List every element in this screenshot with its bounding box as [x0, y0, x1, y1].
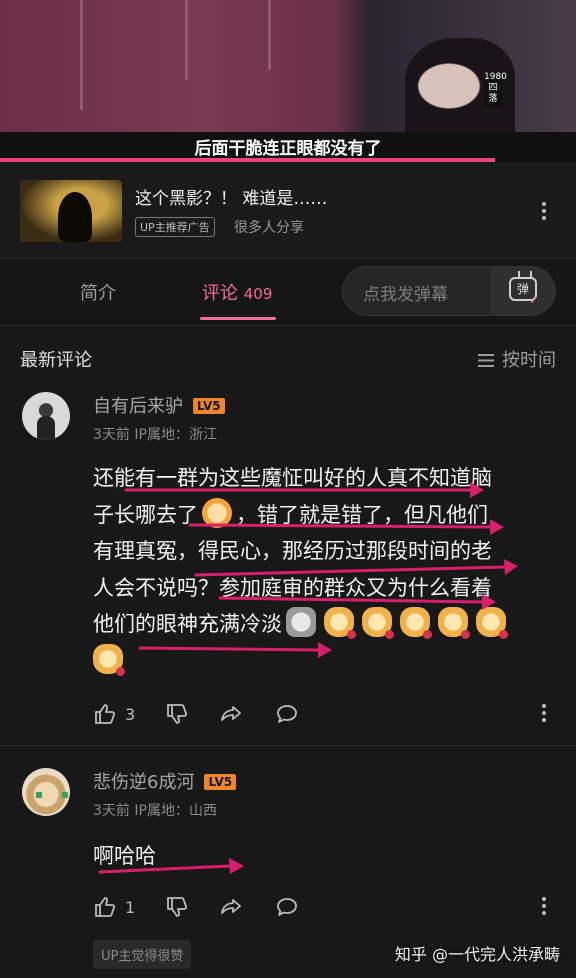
more-icon[interactable]	[541, 704, 547, 722]
danmu-button-label: 弹	[516, 282, 529, 296]
danmu-input[interactable]: 点我发弹幕 弹 ✓	[342, 266, 556, 316]
danmu-toggle-button[interactable]: 弹 ✓	[491, 267, 555, 315]
comment-ip-label: IP属地：	[134, 427, 189, 443]
comment-body: 啊哈哈	[93, 838, 555, 875]
like-button[interactable]: 3	[93, 700, 135, 728]
dog-rose-emoji-icon	[93, 643, 125, 676]
ad-badge: UP主推荐广告	[135, 217, 215, 237]
up-liked-badge: UP主觉得很赞	[93, 940, 192, 969]
comment-body: 还能有一群为这些魔怔叫好的人真不知道脑 子长哪去了 ，错了就是错了，但凡他们 有理…	[93, 460, 555, 679]
danmu-placeholder: 点我发弹幕	[363, 285, 448, 305]
divider	[0, 745, 576, 746]
comments-section-title: 最新评论	[20, 350, 92, 371]
check-icon: ✓	[529, 293, 540, 307]
video-sign: 1980 四 落	[484, 72, 507, 108]
comment-line: ，错了就是错了，但凡他们	[236, 502, 488, 527]
comment-bubble-icon	[277, 898, 297, 916]
share-icon	[221, 899, 241, 914]
comment-line: 啊哈哈	[93, 844, 156, 868]
username-text: 悲伤逆6成河	[93, 772, 195, 793]
avatar[interactable]	[22, 392, 70, 440]
username-text: 自有后来驴	[93, 396, 183, 417]
dog-rose-emoji-icon	[400, 607, 432, 639]
video-mic-stand	[268, 0, 271, 70]
thumbs-up-icon	[95, 704, 116, 724]
like-count: 1	[125, 897, 136, 917]
comment-ip: 浙江	[188, 427, 217, 443]
comment-ip: 山西	[188, 803, 217, 819]
level-badge: LV5	[193, 398, 225, 414]
comment-username[interactable]: 自有后来驴 LV5	[93, 392, 225, 418]
video-subtitle: 后面干脆连正眼都没有了	[194, 139, 382, 159]
tab-comments-count: 409	[243, 285, 273, 303]
comment-line: 子长哪去了	[93, 502, 198, 527]
comment-time: 3天前	[93, 803, 130, 819]
share-button[interactable]	[219, 700, 243, 728]
comment-line: 还能有一群为这些魔怔叫好的人真不知道脑	[93, 466, 492, 490]
dog-rose-emoji-icon	[438, 607, 470, 639]
share-icon	[221, 706, 241, 721]
tab-bar: 简介 评论 409 点我发弹幕 弹 ✓	[0, 258, 576, 326]
share-button[interactable]	[219, 893, 243, 921]
more-icon[interactable]	[541, 897, 547, 915]
comment-ip-label: IP属地：	[134, 803, 189, 819]
ad-thumbnail[interactable]	[20, 180, 122, 242]
dog-rose-emoji-icon	[362, 607, 394, 639]
ad-card[interactable]: 这个黑影？！ 难道是…… UP主推荐广告 很多人分享	[0, 162, 576, 258]
watermark: 知乎 @一代完人洪承畴	[394, 945, 560, 964]
thumbs-down-icon	[167, 704, 188, 724]
sort-label: 按时间	[502, 350, 556, 371]
comment-line-7	[93, 643, 555, 680]
video-mic-stand	[80, 0, 83, 110]
avatar[interactable]	[22, 768, 70, 816]
comment-meta: 3天前 IP属地：山西	[93, 800, 217, 820]
tab-comments-label: 评论	[202, 283, 238, 304]
reply-button[interactable]	[275, 700, 299, 728]
more-icon[interactable]	[541, 202, 547, 220]
tab-comments[interactable]: 评论 409	[202, 279, 272, 305]
comments-header: 最新评论 按时间	[0, 326, 576, 386]
reply-button[interactable]	[275, 893, 299, 921]
video-mic-stand	[185, 0, 188, 80]
comment-line-6: 他们的眼神充满冷淡	[93, 606, 555, 643]
comment-line: 有理真冤，得民心，那经历过那段时间的老	[93, 539, 492, 563]
comment-meta: 3天前 IP属地：浙江	[93, 424, 217, 444]
comment-time: 3天前	[93, 427, 130, 443]
like-count: 3	[125, 704, 136, 724]
tab-intro-label: 简介	[80, 283, 116, 304]
comment-line: 他们的眼神充满冷淡	[93, 612, 282, 636]
sort-button[interactable]: 按时间	[478, 346, 556, 372]
dog-rose-emoji-icon	[324, 607, 356, 639]
comment-line: 人会不说吗？参加庭审的群众又为什么看着	[93, 575, 492, 600]
shy-face-icon	[202, 497, 232, 528]
like-button[interactable]: 1	[93, 893, 135, 921]
dislike-button[interactable]	[165, 893, 189, 921]
comment-actions: 3	[93, 700, 563, 728]
dog-rose-emoji-icon	[476, 607, 508, 639]
comment-line-2: 子长哪去了 ，错了就是错了，但凡他们	[93, 497, 555, 534]
comment-actions: 1	[93, 893, 563, 921]
tab-active-indicator	[200, 317, 276, 320]
thumbs-down-icon	[167, 897, 188, 917]
video-player[interactable]: 1980 四 落 后面干脆连正眼都没有了	[0, 0, 576, 162]
thumbs-up-icon	[95, 897, 116, 917]
ad-share-count: 很多人分享	[234, 220, 304, 236]
cold-dog-emoji-icon	[286, 607, 316, 637]
comment-bubble-icon	[277, 705, 297, 723]
ad-title[interactable]: 这个黑影？！ 难道是……	[135, 184, 327, 209]
sort-icon	[478, 354, 494, 367]
tab-intro[interactable]: 简介	[80, 279, 116, 305]
level-badge: LV5	[204, 774, 237, 790]
comment-username[interactable]: 悲伤逆6成河 LV5	[93, 768, 237, 794]
dislike-button[interactable]	[165, 700, 189, 728]
